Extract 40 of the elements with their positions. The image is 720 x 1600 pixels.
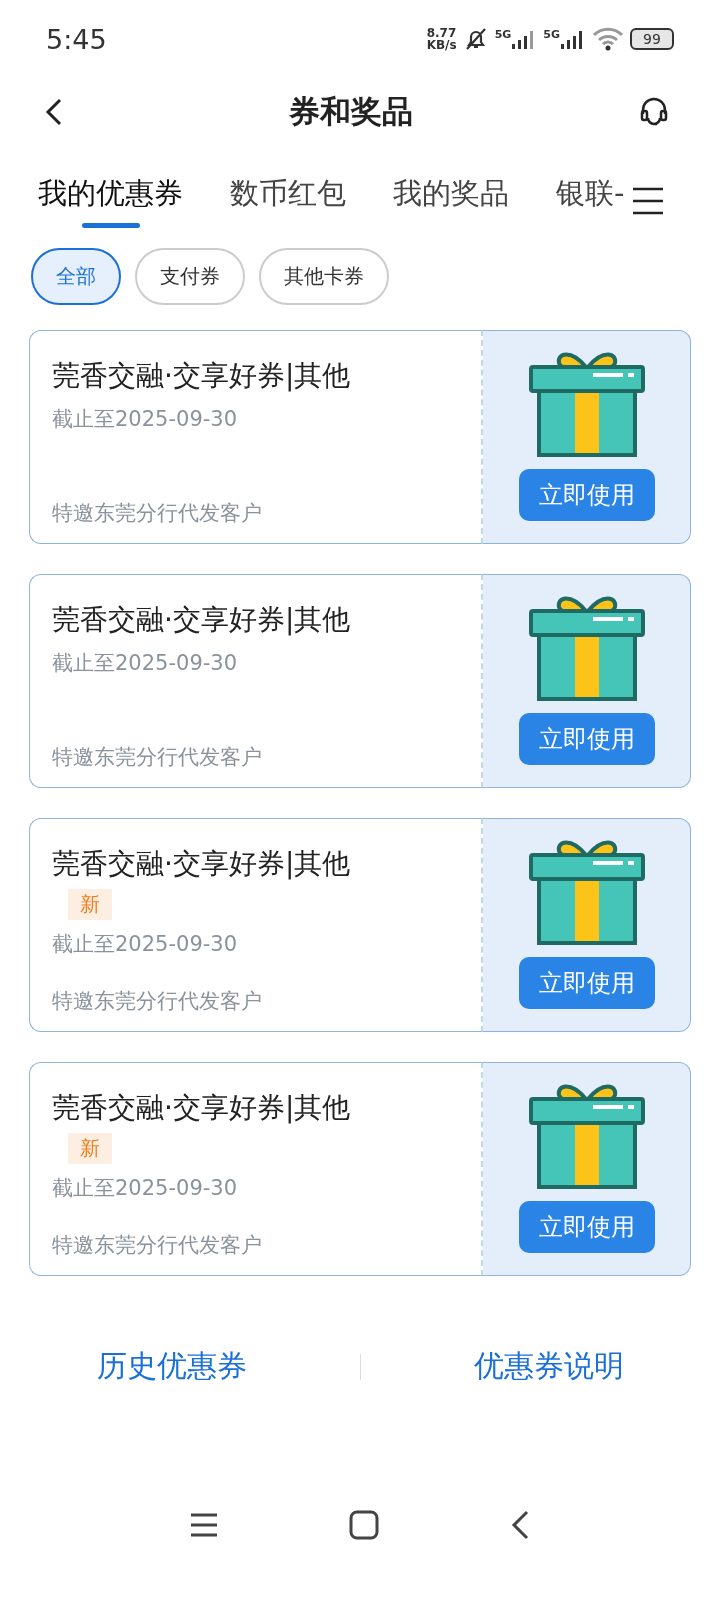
back-icon[interactable] [509, 1510, 531, 1540]
filter-chip[interactable]: 其他卡券 [259, 248, 389, 305]
headset-icon[interactable] [638, 96, 670, 128]
coupon-title: 莞香交融·交享好券|其他 [52, 602, 351, 638]
footer-link[interactable]: 历史优惠券 [96, 1346, 247, 1387]
audience-text: 特邀东莞分行代发客户 [52, 988, 262, 1015]
expiry-date: 截止至2025-09-30 [52, 1175, 238, 1202]
status-time: 5:45 [46, 23, 107, 55]
menu-icon[interactable] [632, 186, 665, 216]
menu-icon[interactable] [189, 1512, 219, 1538]
back-icon[interactable] [44, 97, 64, 127]
coupon-title: 莞香交融·交享好券|其他 [52, 358, 351, 394]
expiry-date: 截止至2025-09-30 [52, 650, 238, 677]
tab[interactable]: 数币红包 [230, 174, 346, 228]
use-now-button[interactable]: 立即使用 [518, 957, 655, 1009]
battery-indicator: 99 [630, 28, 674, 50]
network-speed: 8.77 KB/s [426, 27, 457, 51]
wifi-icon [592, 27, 624, 51]
audience-text: 特邀东莞分行代发客户 [52, 500, 262, 527]
audience-text: 特邀东莞分行代发客户 [52, 1232, 262, 1259]
filter-chip[interactable]: 全部 [31, 248, 121, 305]
new-badge: 新 [68, 889, 112, 920]
cellular-signal: 5G [543, 28, 586, 50]
tab[interactable]: 我的奖品 [393, 174, 509, 228]
use-now-button[interactable]: 立即使用 [518, 713, 655, 765]
expiry-date: 截止至2025-09-30 [52, 931, 238, 958]
cellular-signal: 5G [494, 28, 538, 50]
page-title: 券和奖品 [289, 92, 413, 131]
coupon-title: 莞香交融·交享好券|其他 [52, 846, 351, 882]
use-now-button[interactable]: 立即使用 [518, 469, 655, 521]
expiry-date: 截止至2025-09-30 [52, 406, 238, 433]
use-now-button[interactable]: 立即使用 [518, 1201, 655, 1253]
coupon-title: 莞香交融·交享好券|其他 [52, 1090, 351, 1126]
new-badge: 新 [68, 1133, 112, 1164]
tab[interactable]: 银联- [556, 174, 625, 228]
audience-text: 特邀东莞分行代发客户 [52, 744, 262, 771]
footer-link[interactable]: 优惠券说明 [473, 1346, 624, 1387]
filter-chip[interactable]: 支付券 [135, 248, 245, 305]
tab[interactable]: 我的优惠券 [38, 174, 183, 228]
home-icon[interactable] [349, 1510, 379, 1540]
